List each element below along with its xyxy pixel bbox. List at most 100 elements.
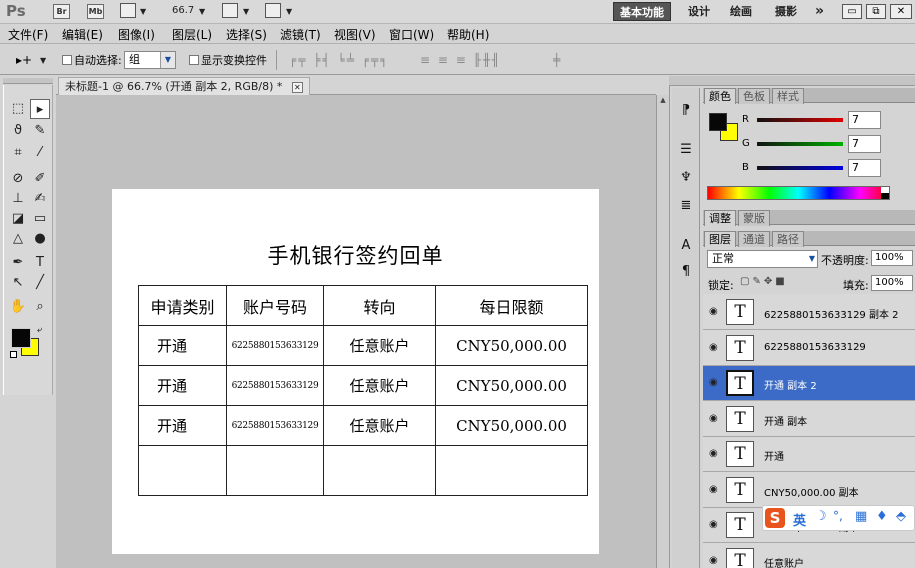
- hand-tool-icon[interactable]: ✋: [8, 297, 28, 317]
- pen-tool-icon[interactable]: ✒: [8, 253, 28, 273]
- tab-layers[interactable]: 图层: [704, 231, 736, 247]
- eyedropper-tool-icon[interactable]: ⁄: [30, 143, 50, 163]
- blue-slider[interactable]: [757, 166, 843, 170]
- layer-row[interactable]: ◉ T 6225880153633129: [703, 331, 915, 366]
- restore-icon[interactable]: ⧉: [866, 4, 886, 19]
- fill-input[interactable]: 100%: [871, 275, 913, 291]
- clone-source-icon[interactable]: ♆: [676, 170, 696, 185]
- arrange-documents-icon[interactable]: [222, 3, 238, 18]
- opacity-input[interactable]: 100%: [871, 250, 913, 266]
- ime-language-toggle[interactable]: 英: [793, 510, 806, 529]
- zoom-level[interactable]: 66.7: [172, 5, 194, 16]
- type-tool-icon[interactable]: T: [30, 253, 50, 273]
- workspace-essentials[interactable]: 基本功能: [613, 2, 671, 21]
- more-workspaces-icon[interactable]: »: [809, 2, 830, 21]
- zoom-tool-icon[interactable]: ⌕: [30, 297, 50, 317]
- lasso-tool-icon[interactable]: ϑ: [8, 121, 28, 141]
- close-icon[interactable]: ✕: [890, 4, 912, 19]
- shape-tool-icon[interactable]: ╱: [30, 273, 50, 293]
- gradient-tool-icon[interactable]: ▭: [30, 209, 50, 229]
- minimize-icon[interactable]: ▭: [842, 4, 862, 19]
- show-transform-checkbox[interactable]: [189, 55, 199, 65]
- healing-brush-tool-icon[interactable]: ⊘: [8, 169, 28, 189]
- canvas-vertical-scrollbar[interactable]: ▲: [656, 95, 669, 568]
- punctuation-icon[interactable]: °,: [833, 509, 843, 523]
- default-colors-icon[interactable]: [10, 351, 17, 358]
- tab-paths[interactable]: 路径: [772, 231, 804, 247]
- notes-panel-icon[interactable]: ≣: [676, 198, 696, 213]
- tab-masks[interactable]: 蒙版: [738, 210, 770, 226]
- align-buttons[interactable]: ╒╤ ╞╡ ╘╧ ╒╤╕: [289, 53, 389, 67]
- workspace-painting[interactable]: 绘画: [724, 2, 758, 21]
- auto-select-dropdown[interactable]: 组 ▼: [124, 51, 176, 69]
- view-extras-icon[interactable]: [120, 3, 136, 18]
- close-document-icon[interactable]: ✕: [291, 82, 303, 93]
- menu-layer[interactable]: 图层(L): [172, 26, 212, 43]
- layer-row[interactable]: ◉ T 开通 副本 2: [703, 366, 915, 401]
- layer-row[interactable]: ◉ T 任意账户: [703, 544, 915, 568]
- menu-edit[interactable]: 编辑(E): [62, 26, 103, 43]
- moon-icon[interactable]: ☽: [815, 509, 827, 524]
- eye-icon[interactable]: ◉: [709, 448, 718, 459]
- layer-row[interactable]: ◉ T CNY50,000.00 副本: [703, 473, 915, 508]
- view-extras-dropdown[interactable]: ▼: [140, 7, 146, 16]
- green-slider[interactable]: [757, 142, 843, 146]
- clone-stamp-tool-icon[interactable]: ⊥: [8, 189, 28, 209]
- tab-swatches[interactable]: 色板: [738, 88, 770, 104]
- auto-select-checkbox[interactable]: [62, 55, 72, 65]
- eye-icon[interactable]: ◉: [709, 342, 718, 353]
- menu-filter[interactable]: 滤镜(T): [280, 26, 321, 43]
- history-panel-icon[interactable]: ⁋: [676, 103, 696, 118]
- shirt-icon[interactable]: ⬘: [896, 509, 906, 524]
- panel-foreground-swatch[interactable]: [709, 113, 727, 131]
- eraser-tool-icon[interactable]: ◪: [8, 209, 28, 229]
- tab-color[interactable]: 颜色: [704, 88, 736, 104]
- tab-adjustments[interactable]: 调整: [704, 210, 736, 226]
- black-white-swatch[interactable]: [881, 187, 889, 199]
- quick-selection-tool-icon[interactable]: ✎: [30, 121, 50, 141]
- color-spectrum-bar[interactable]: [707, 186, 890, 200]
- ime-toolbar[interactable]: S 英 ☽ °, ▦ ♦ ⬘: [762, 505, 915, 531]
- scroll-up-icon[interactable]: ▲: [658, 96, 668, 106]
- character-panel-icon[interactable]: A: [676, 238, 696, 253]
- toolbox-header[interactable]: [3, 78, 53, 84]
- brush-tool-icon[interactable]: ✐: [30, 169, 50, 189]
- workspace-photography[interactable]: 摄影: [769, 2, 803, 21]
- screen-mode-icon[interactable]: [265, 3, 281, 18]
- path-selection-tool-icon[interactable]: ↖: [8, 273, 28, 293]
- crop-tool-icon[interactable]: ⌗: [8, 143, 28, 163]
- keyboard-icon[interactable]: ▦: [855, 509, 867, 524]
- eye-icon[interactable]: ◉: [709, 306, 718, 317]
- blend-mode-select[interactable]: 正常 ▼: [707, 250, 818, 268]
- brush-panel-icon[interactable]: ☰: [676, 142, 696, 157]
- blue-value-input[interactable]: 7: [848, 159, 881, 177]
- eye-icon[interactable]: ◉: [709, 519, 718, 530]
- menu-select[interactable]: 选择(S): [226, 26, 267, 43]
- lock-icons[interactable]: ▢✎✥■: [740, 276, 788, 287]
- layer-row[interactable]: ◉ T 开通 副本: [703, 402, 915, 437]
- green-value-input[interactable]: 7: [848, 135, 881, 153]
- sogou-logo[interactable]: S: [765, 508, 785, 528]
- menu-help[interactable]: 帮助(H): [447, 26, 489, 43]
- zoom-dropdown[interactable]: ▼: [199, 7, 205, 16]
- bridge-button[interactable]: Br: [53, 4, 70, 19]
- move-tool-icon[interactable]: ▸: [30, 99, 50, 119]
- dock-header[interactable]: [669, 76, 915, 86]
- menu-window[interactable]: 窗口(W): [389, 26, 434, 43]
- dodge-tool-icon[interactable]: ●: [30, 229, 50, 249]
- swap-colors-icon[interactable]: ⤶: [37, 325, 42, 335]
- history-brush-tool-icon[interactable]: ✍: [30, 189, 50, 209]
- mini-bridge-button[interactable]: Mb: [87, 4, 104, 19]
- workspace-design[interactable]: 设计: [682, 2, 716, 21]
- blur-tool-icon[interactable]: △: [8, 229, 28, 249]
- paragraph-panel-icon[interactable]: ¶: [676, 264, 696, 279]
- distribute-buttons[interactable]: ≡ ≡ ≡ ╟╫╢: [420, 53, 501, 67]
- menu-image[interactable]: 图像(I): [118, 26, 155, 43]
- eye-icon[interactable]: ◉: [709, 413, 718, 424]
- microphone-icon[interactable]: ♦: [876, 509, 888, 524]
- red-value-input[interactable]: 7: [848, 111, 881, 129]
- eye-icon[interactable]: ◉: [709, 484, 718, 495]
- eye-icon[interactable]: ◉: [709, 555, 718, 566]
- red-slider[interactable]: [757, 118, 843, 122]
- arrange-dropdown[interactable]: ▼: [243, 7, 249, 16]
